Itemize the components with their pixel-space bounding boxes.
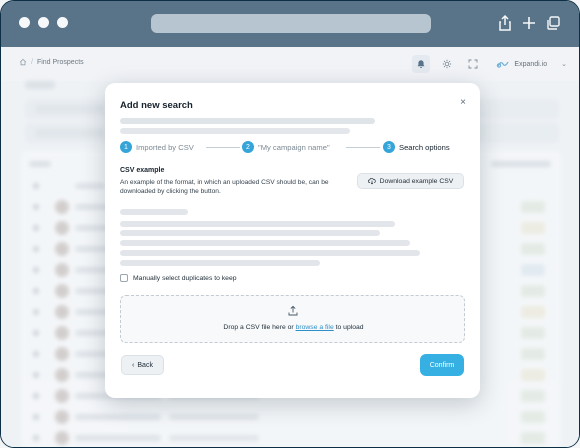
step-label: Search options (399, 142, 450, 152)
back-button[interactable]: ‹ Back (121, 355, 164, 375)
browser-window: / Find Prospects Expandi.io ⌄ Add new se… (0, 0, 580, 448)
browse-file-link[interactable]: browse a file (296, 324, 334, 331)
dialog-title: Add new search (120, 100, 193, 111)
placeholder-bar (120, 209, 188, 215)
step-search-options[interactable]: 3 Search options (383, 141, 450, 153)
back-button-label: Back (137, 361, 153, 369)
dropzone-text-before: Drop a CSV file here or (223, 324, 296, 331)
placeholder-bar (120, 128, 350, 134)
download-button-label: Download example CSV (379, 177, 454, 185)
step-number: 2 (242, 141, 254, 153)
placeholder-bar (120, 260, 320, 266)
add-search-dialog: Add new search × 1 Imported by CSV 2 "My… (105, 83, 480, 398)
dropzone-text-after: to upload (333, 324, 364, 331)
manual-duplicates-option[interactable]: Manually select duplicates to keep (120, 274, 237, 282)
chevron-left-icon: ‹ (132, 361, 135, 369)
step-label: Imported by CSV (136, 142, 194, 152)
csv-example-description: An example of the format, in which an up… (120, 179, 329, 195)
confirm-button-label: Confirm (429, 361, 455, 369)
csv-example-heading: CSV example (120, 167, 165, 174)
placeholder-bar (120, 240, 410, 246)
placeholder-bar (120, 221, 395, 227)
cloud-download-icon (367, 178, 376, 185)
upload-icon (288, 305, 298, 316)
step-imported-by-csv[interactable]: 1 Imported by CSV (120, 141, 194, 153)
step-label: "My campaign name" (258, 142, 330, 152)
dropzone-text: Drop a CSV file here or browse a file to… (121, 324, 466, 331)
close-icon[interactable]: × (460, 97, 466, 108)
placeholder-bar (120, 250, 420, 256)
placeholder-bar (120, 230, 380, 236)
stepper: 1 Imported by CSV 2 "My campaign name" 3… (120, 141, 465, 155)
step-connector (206, 147, 240, 148)
step-campaign-name[interactable]: 2 "My campaign name" (242, 141, 330, 153)
step-number: 3 (383, 141, 395, 153)
manual-duplicates-checkbox[interactable] (120, 274, 128, 282)
checkbox-label: Manually select duplicates to keep (133, 274, 237, 282)
step-number: 1 (120, 141, 132, 153)
csv-dropzone[interactable]: Drop a CSV file here or browse a file to… (120, 295, 465, 343)
download-example-csv-button[interactable]: Download example CSV (357, 173, 464, 189)
placeholder-bar (120, 118, 375, 124)
confirm-button[interactable]: Confirm (420, 354, 464, 376)
step-connector (346, 147, 380, 148)
